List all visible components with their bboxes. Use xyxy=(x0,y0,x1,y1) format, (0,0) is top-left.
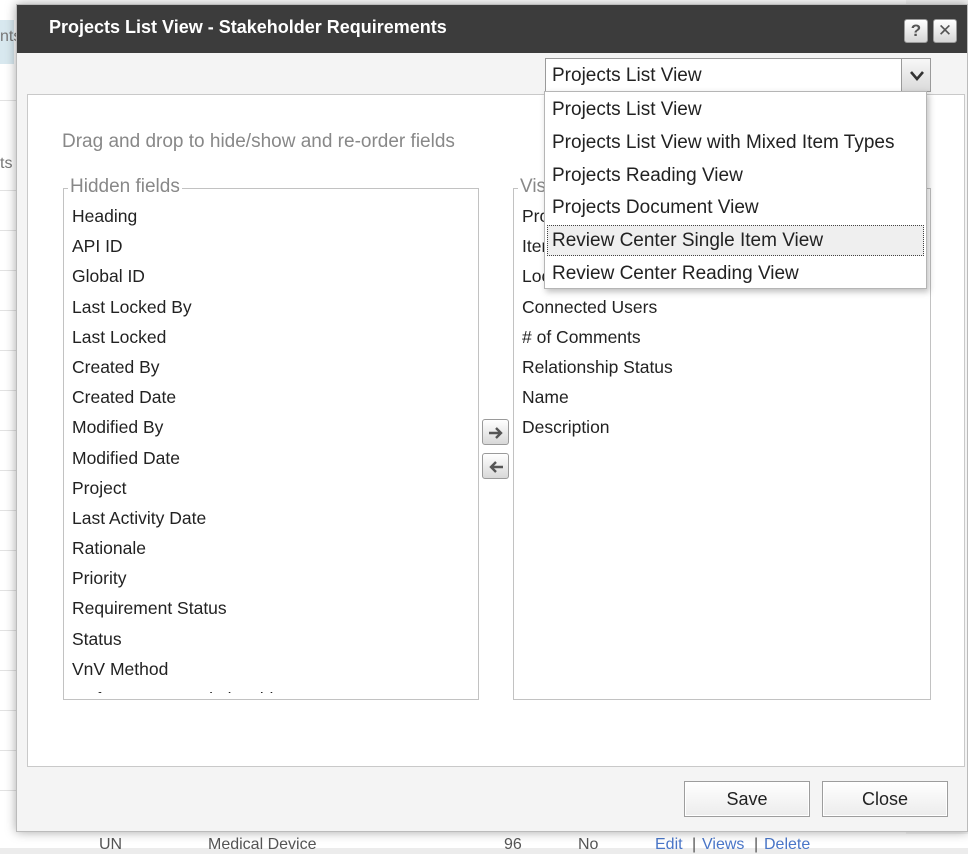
chevron-down-icon xyxy=(910,71,924,81)
hidden-field-item[interactable]: VnV Method xyxy=(72,658,474,688)
view-option[interactable]: Review Center Single Item View xyxy=(547,225,924,257)
close-button[interactable]: Close xyxy=(822,781,948,817)
hidden-field-item[interactable]: Status xyxy=(72,628,474,658)
view-option[interactable]: Projects List View with Mixed Item Types xyxy=(547,127,924,158)
dialog-close-button[interactable]: ✕ xyxy=(933,19,957,43)
visible-field-item[interactable]: Description xyxy=(522,416,926,446)
hidden-field-item[interactable]: Project xyxy=(72,477,474,507)
hidden-field-item[interactable]: Modified Date xyxy=(72,447,474,477)
visible-field-item[interactable]: # of Comments xyxy=(522,326,926,356)
background-table-row: UN Medical Device 96 No Edit | Views | D… xyxy=(0,834,968,853)
hidden-field-item[interactable]: Priority xyxy=(72,567,474,597)
move-to-hidden-button[interactable] xyxy=(482,453,509,479)
help-button[interactable]: ? xyxy=(904,19,928,43)
visible-field-item[interactable]: Relationship Status xyxy=(522,356,926,386)
hidden-field-item[interactable]: Rationale xyxy=(72,537,474,567)
dialog-title: Projects List View - Stakeholder Require… xyxy=(49,17,447,37)
view-option[interactable]: Projects List View xyxy=(547,94,924,125)
dialog-toolbar: Projects List View xyxy=(27,53,965,95)
hidden-fields-legend: Hidden fields xyxy=(68,176,182,198)
background-left-text: ts xyxy=(0,155,13,172)
hidden-field-item[interactable]: Heading xyxy=(72,205,474,235)
view-select-dropdown: Projects List View Projects List View wit… xyxy=(544,91,927,289)
arrow-left-icon xyxy=(489,461,503,473)
instructions-text: Drag and drop to hide/show and re-order … xyxy=(62,131,455,152)
background-separator: | xyxy=(754,836,759,853)
view-select[interactable]: Projects List View xyxy=(545,58,931,92)
hidden-fields-list[interactable]: Hidden fields Heading API ID Global ID Last… xyxy=(63,176,479,700)
hidden-field-item[interactable]: Created By xyxy=(72,356,474,386)
hidden-field-item[interactable]: API ID xyxy=(72,235,474,265)
hidden-field-item[interactable]: Last Locked By xyxy=(72,296,474,326)
help-icon: ? xyxy=(910,21,922,40)
background-cell: 96 xyxy=(504,836,522,853)
save-button[interactable]: Save xyxy=(684,781,810,817)
hidden-field-item[interactable]: Last Locked xyxy=(72,326,474,356)
hidden-fields-items: Heading API ID Global ID Last Locked By Last… xyxy=(72,205,474,693)
close-icon: ✕ xyxy=(937,21,953,40)
background-delete-link[interactable]: Delete xyxy=(764,836,810,854)
background-cell: Medical Device xyxy=(208,836,317,853)
hidden-field-item[interactable]: Created Date xyxy=(72,386,474,416)
dialog-titlebar[interactable]: Projects List View - Stakeholder Require… xyxy=(17,5,967,53)
view-option[interactable]: Projects Reading View xyxy=(547,160,924,191)
move-to-visible-button[interactable] xyxy=(482,419,509,445)
background-separator: | xyxy=(692,836,697,853)
background-views-link[interactable]: Views xyxy=(702,836,744,854)
hidden-field-item[interactable]: # of Upstream Relationships xyxy=(72,688,474,693)
view-option[interactable]: Projects Document View xyxy=(547,192,924,223)
visible-field-item[interactable]: Name xyxy=(522,386,926,416)
background-cell: UN xyxy=(99,836,123,853)
hidden-field-item[interactable]: Global ID xyxy=(72,265,474,295)
view-select-toggle[interactable] xyxy=(901,58,931,92)
background-edit-link[interactable]: Edit xyxy=(655,836,683,854)
background-cell: No xyxy=(578,836,599,853)
hidden-field-item[interactable]: Modified By xyxy=(72,416,474,446)
hidden-field-item[interactable]: Requirement Status xyxy=(72,597,474,627)
hidden-field-item[interactable]: Last Activity Date xyxy=(72,507,474,537)
view-option[interactable]: Review Center Reading View xyxy=(547,258,924,289)
visible-field-item[interactable]: Connected Users xyxy=(522,296,926,326)
arrow-right-icon xyxy=(489,427,503,439)
